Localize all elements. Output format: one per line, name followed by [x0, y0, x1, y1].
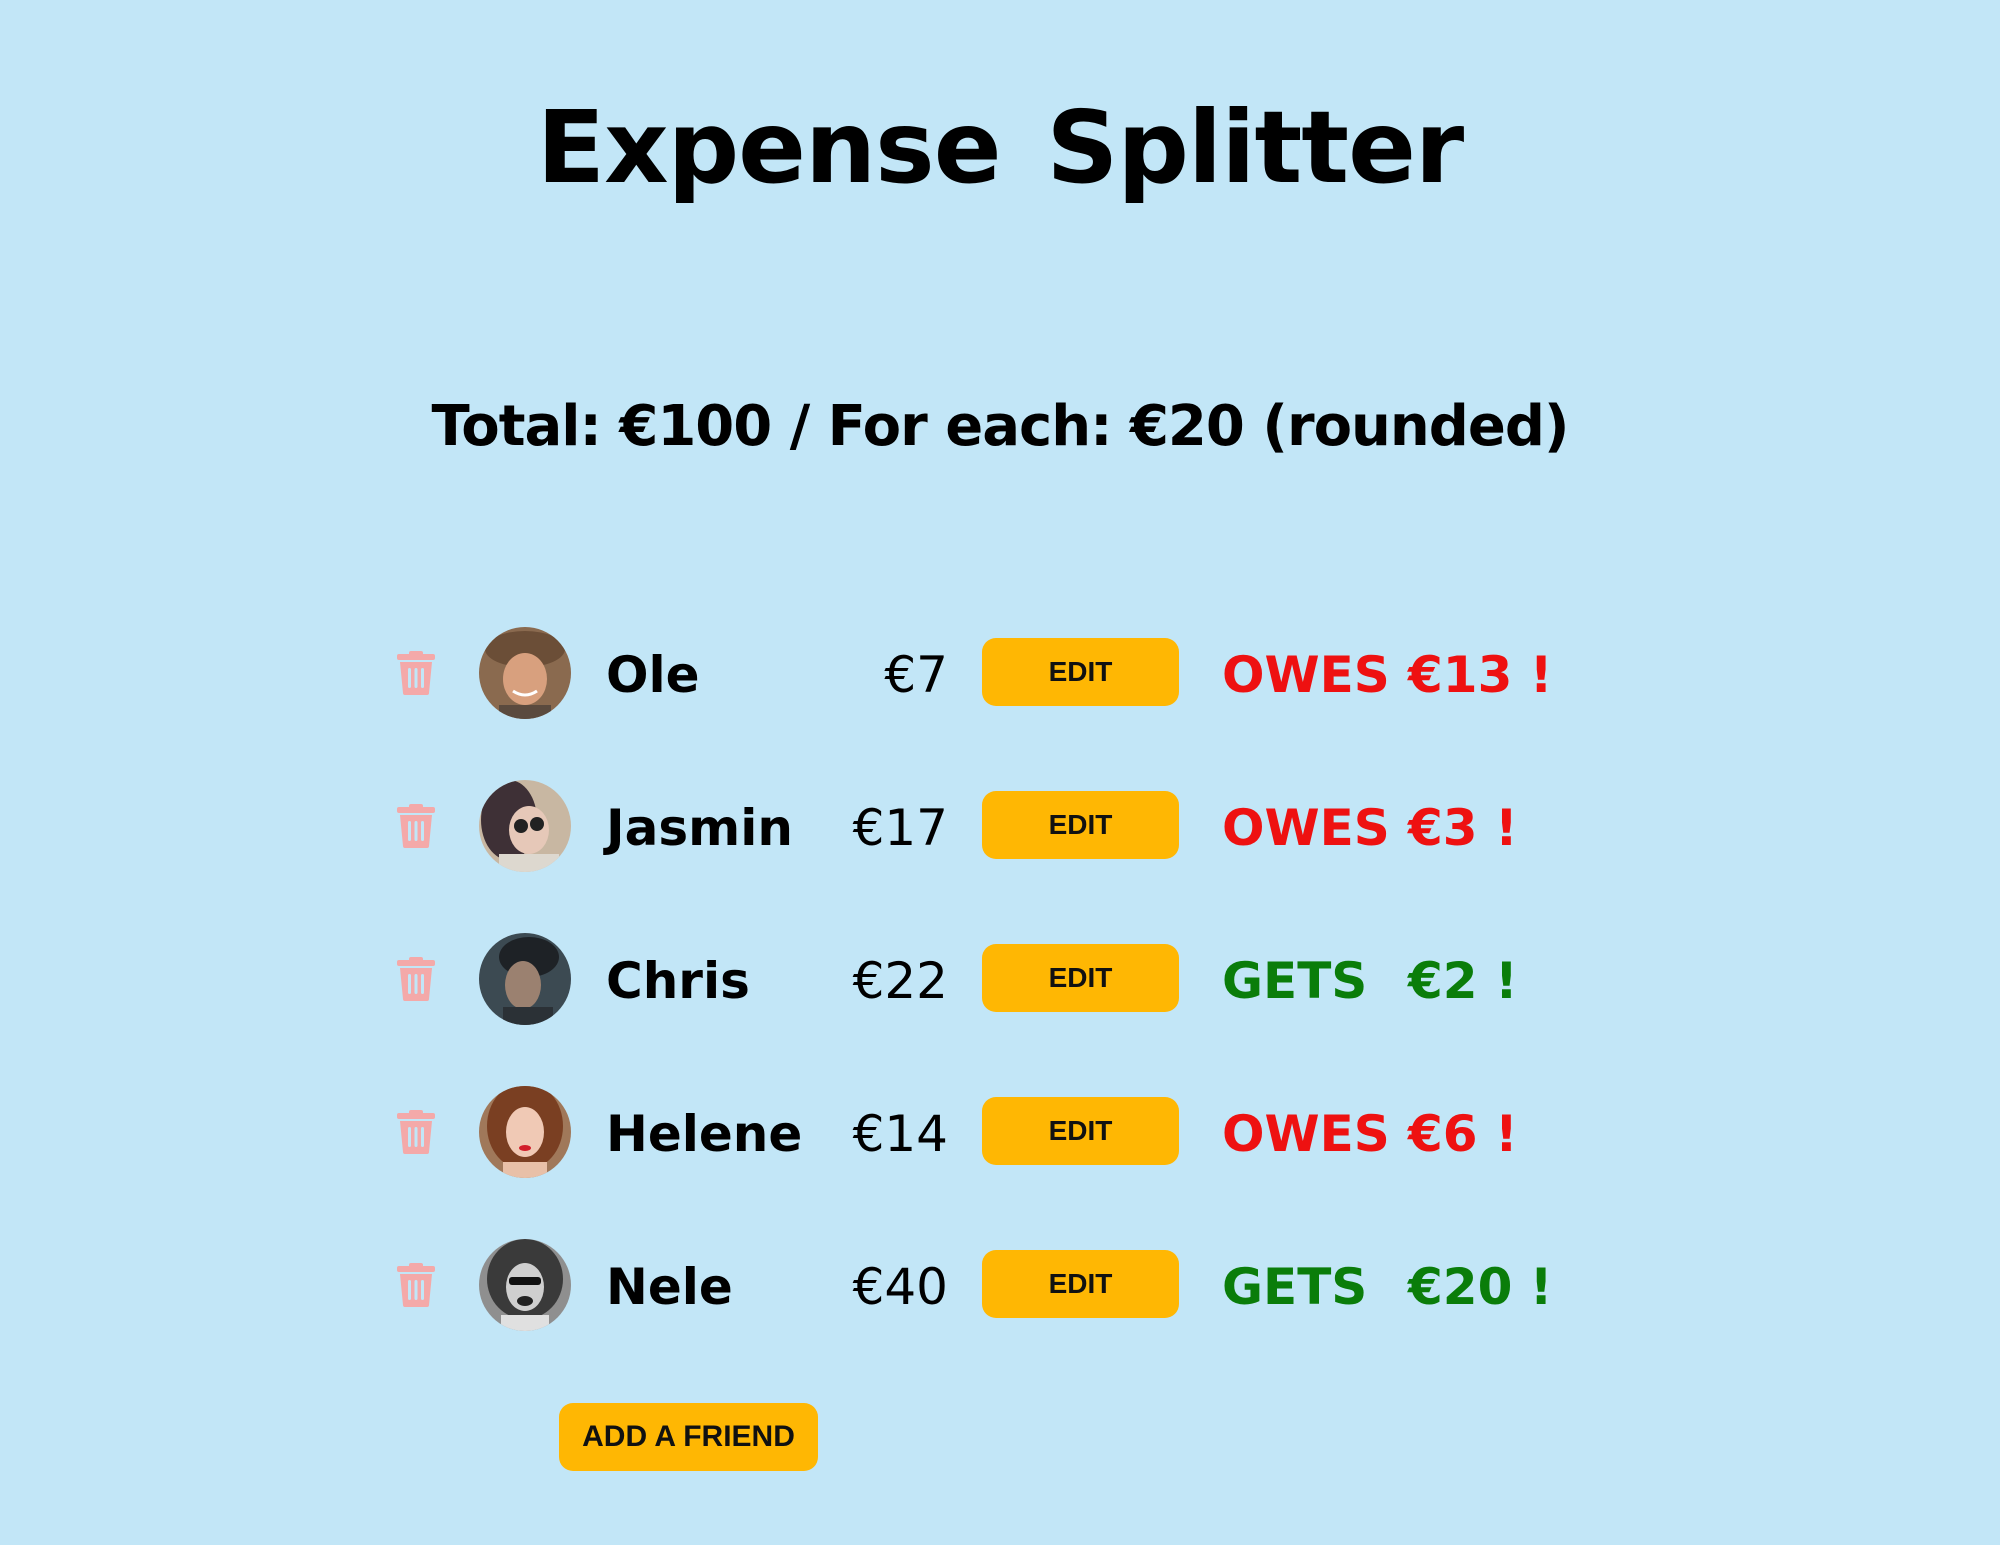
- trash-icon[interactable]: [396, 651, 436, 695]
- avatar: [479, 627, 571, 719]
- friend-row: Ole €7 EDIT OWES €13 !: [0, 623, 2000, 723]
- avatar: [479, 933, 571, 1025]
- balance-amount: €2 !: [1408, 952, 1518, 1010]
- balance-status: OWES: [1222, 1105, 1390, 1163]
- balance-status: GETS: [1222, 952, 1368, 1010]
- avatar: [479, 780, 571, 872]
- friend-paid-amount: €7: [884, 646, 948, 704]
- add-friend-button[interactable]: ADD A FRIEND: [559, 1403, 818, 1471]
- friend-list: Ole €7 EDIT OWES €13 ! Jasmin €17 EDIT O…: [0, 0, 2000, 1545]
- balance-status: GETS: [1222, 1258, 1368, 1316]
- friend-row: Jasmin €17 EDIT OWES €3 !: [0, 776, 2000, 876]
- trash-icon[interactable]: [396, 1110, 436, 1154]
- balance-amount: €13 !: [1408, 646, 1553, 704]
- avatar: [479, 1086, 571, 1178]
- balance-status: OWES: [1222, 646, 1390, 704]
- friend-row: Chris €22 EDIT GETS €2 !: [0, 929, 2000, 1029]
- balance-amount: €20 !: [1408, 1258, 1553, 1316]
- trash-icon[interactable]: [396, 804, 436, 848]
- avatar: [479, 1239, 571, 1331]
- edit-button[interactable]: EDIT: [982, 1097, 1179, 1165]
- friend-name: Ole: [606, 646, 700, 704]
- friend-name: Helene: [606, 1105, 803, 1163]
- friend-paid-amount: €40: [852, 1258, 948, 1316]
- balance-amount: €6 !: [1408, 1105, 1518, 1163]
- balance-amount: €3 !: [1408, 799, 1518, 857]
- friend-row: Nele €40 EDIT GETS €20 !: [0, 1235, 2000, 1335]
- balance-status: OWES: [1222, 799, 1390, 857]
- friend-name: Nele: [606, 1258, 733, 1316]
- trash-icon[interactable]: [396, 957, 436, 1001]
- trash-icon[interactable]: [396, 1263, 436, 1307]
- edit-button[interactable]: EDIT: [982, 791, 1179, 859]
- friend-paid-amount: €22: [852, 952, 948, 1010]
- edit-button[interactable]: EDIT: [982, 638, 1179, 706]
- edit-button[interactable]: EDIT: [982, 944, 1179, 1012]
- friend-paid-amount: €14: [852, 1105, 948, 1163]
- edit-button[interactable]: EDIT: [982, 1250, 1179, 1318]
- friend-row: Helene €14 EDIT OWES €6 !: [0, 1082, 2000, 1182]
- friend-paid-amount: €17: [852, 799, 948, 857]
- friend-name: Jasmin: [606, 799, 793, 857]
- friend-name: Chris: [606, 952, 750, 1010]
